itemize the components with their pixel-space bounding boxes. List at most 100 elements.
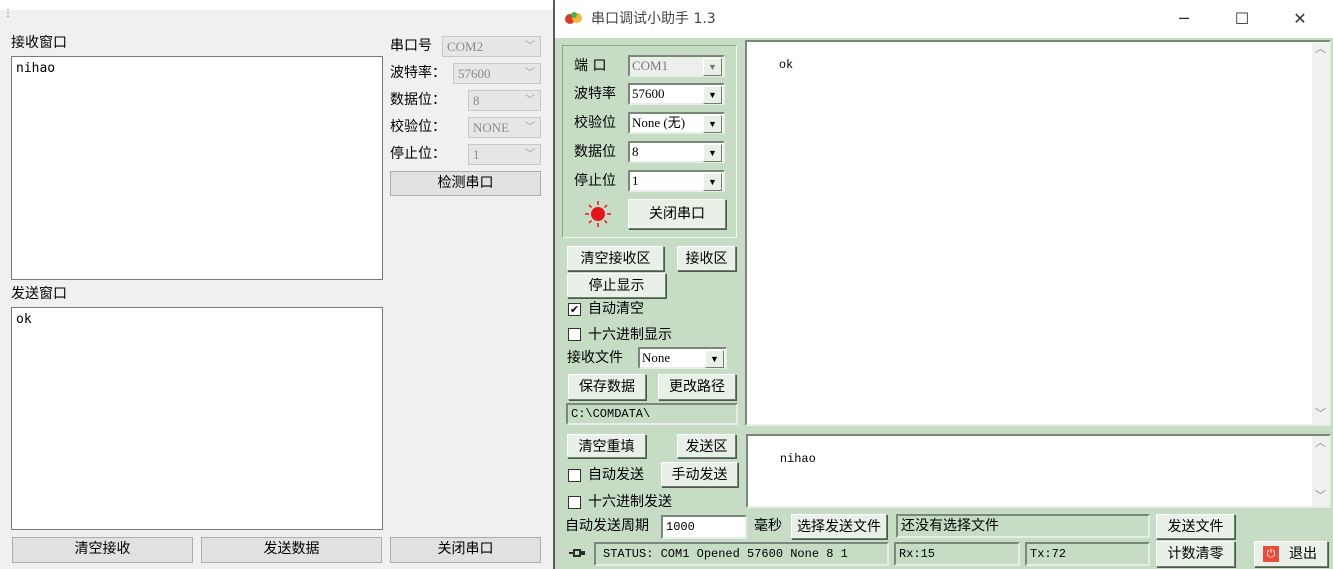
- detect-port-button[interactable]: 检测串口: [390, 171, 541, 196]
- change-path-button[interactable]: 更改路径: [658, 374, 736, 400]
- close-button[interactable]: ✕: [1277, 0, 1323, 38]
- exit-button[interactable]: ⏻ 退出: [1254, 541, 1328, 567]
- parity-label: 校验位：: [390, 119, 446, 135]
- parity-value: NONE: [473, 120, 510, 135]
- port-label: 端 口: [574, 58, 607, 74]
- port-label: 串口号: [390, 38, 432, 54]
- auto-send-label: 自动发送: [588, 467, 644, 483]
- parity-label: 校验位: [574, 115, 616, 131]
- drag-grip-icon[interactable]: ⋮: [3, 8, 13, 20]
- dropdown-arrow-icon: ▼: [703, 173, 722, 191]
- send-input-text: nihao: [779, 452, 816, 466]
- title-bar[interactable]: 串口调试小助手 1.3 ─ ☐ ✕: [555, 0, 1333, 38]
- clear-receive-button[interactable]: 清空接收: [12, 537, 193, 563]
- chevron-down-icon: ﹀: [525, 41, 535, 52]
- parity-select[interactable]: None (无) ▼: [628, 112, 725, 134]
- status-bar-field: STATUS: COM1 Opened 57600 None 8 1: [594, 542, 889, 566]
- maximize-button[interactable]: ☐: [1219, 0, 1265, 38]
- databits-label: 数据位: [574, 144, 616, 160]
- hex-send-label: 十六进制发送: [588, 494, 672, 510]
- tx-count-field: Tx:72: [1025, 542, 1150, 566]
- receive-file-value: None: [642, 350, 671, 365]
- send-area-button[interactable]: 发送区: [677, 434, 736, 458]
- databits-select[interactable]: 8 ﹀: [468, 90, 541, 111]
- hex-display-label: 十六进制显示: [588, 327, 672, 343]
- send-file-button[interactable]: 发送文件: [1156, 514, 1235, 539]
- send-window-textarea[interactable]: ok: [11, 307, 383, 530]
- hex-send-checkbox[interactable]: [568, 496, 581, 509]
- receive-display-area[interactable]: ok ︿ ﹀: [745, 40, 1331, 426]
- databits-select[interactable]: 8 ▼: [628, 141, 725, 163]
- baud-label: 波特率: [574, 86, 616, 102]
- receive-window-textarea[interactable]: nihao: [11, 56, 383, 280]
- stopbits-select[interactable]: 1 ▼: [628, 170, 725, 192]
- databits-value: 8: [632, 144, 639, 159]
- scroll-up-icon[interactable]: ︿: [1312, 436, 1329, 453]
- manual-send-button[interactable]: 手动发送: [661, 462, 738, 487]
- clear-refill-button[interactable]: 清空重填: [567, 434, 646, 458]
- dropdown-arrow-icon: ▼: [703, 86, 722, 104]
- port-status-light-icon: [585, 201, 611, 227]
- send-scrollbar[interactable]: ︿ ﹀: [1312, 436, 1329, 506]
- parity-select[interactable]: NONE ﹀: [468, 117, 541, 138]
- auto-clear-label: 自动清空: [588, 301, 644, 317]
- serial-assistant-window: 串口调试小助手 1.3 ─ ☐ ✕ 端 口 COM1 ▼ 波特率 57600 ▼ 校…: [555, 0, 1333, 569]
- send-window-label: 发送窗口: [11, 286, 67, 302]
- scroll-up-icon[interactable]: ︿: [1312, 42, 1329, 59]
- port-value: COM2: [447, 39, 484, 54]
- port-select[interactable]: COM1 ▼: [628, 55, 725, 77]
- left-serial-app-window: ⋮ 接收窗口 nihao 发送窗口 ok 串口号 COM2 ﹀ 波特率： 5760…: [0, 0, 553, 569]
- chevron-down-icon: ﹀: [525, 95, 535, 106]
- scroll-down-icon[interactable]: ﹀: [1312, 489, 1329, 506]
- choose-send-file-button[interactable]: 选择发送文件: [791, 514, 887, 539]
- chevron-down-icon: ﹀: [525, 68, 535, 79]
- parity-value: None (无): [632, 115, 686, 130]
- stopbits-value: 1: [632, 173, 639, 188]
- close-port-button[interactable]: 关闭串口: [628, 199, 726, 229]
- stopbits-value: 1: [473, 147, 480, 162]
- power-icon: ⏻: [1263, 546, 1279, 562]
- receive-window-label: 接收窗口: [11, 35, 67, 51]
- stop-display-button[interactable]: 停止显示: [567, 273, 666, 298]
- window-title: 串口调试小助手 1.3: [591, 11, 716, 27]
- selected-file-field: 还没有选择文件: [896, 514, 1150, 538]
- receive-file-label: 接收文件: [567, 350, 623, 366]
- exit-label: 退出: [1289, 546, 1317, 562]
- port-select[interactable]: COM2 ﹀: [442, 36, 541, 57]
- minimize-button[interactable]: ─: [1161, 0, 1207, 38]
- stopbits-label: 停止位: [574, 173, 616, 189]
- receive-display-text: ok: [778, 58, 794, 72]
- send-data-button[interactable]: 发送数据: [201, 537, 382, 563]
- receive-file-select[interactable]: None ▼: [638, 347, 727, 369]
- dropdown-arrow-icon: ▼: [703, 115, 722, 133]
- close-port-button[interactable]: 关闭串口: [390, 537, 541, 563]
- save-data-button[interactable]: 保存数据: [568, 374, 646, 400]
- send-input-area[interactable]: nihao ︿ ﹀: [746, 434, 1331, 508]
- receive-scrollbar[interactable]: ︿ ﹀: [1312, 42, 1329, 424]
- auto-send-period-input[interactable]: 1000: [661, 515, 747, 539]
- dropdown-arrow-icon: ▼: [703, 58, 722, 76]
- receive-area-button[interactable]: 接收区: [677, 246, 736, 271]
- save-path-field: C:\COMDATA\: [566, 403, 738, 425]
- baud-label: 波特率：: [390, 65, 446, 81]
- chevron-down-icon: ﹀: [525, 122, 535, 133]
- reset-count-button[interactable]: 计数清零: [1156, 541, 1235, 567]
- rx-count-field: Rx:15: [894, 542, 1020, 566]
- baud-select[interactable]: 57600 ▼: [628, 83, 725, 105]
- auto-send-period-label: 自动发送周期: [565, 518, 649, 534]
- databits-label: 数据位：: [390, 92, 446, 108]
- port-value: COM1: [632, 58, 669, 73]
- auto-clear-checkbox[interactable]: ✔: [568, 303, 581, 316]
- scroll-down-icon[interactable]: ﹀: [1312, 407, 1329, 424]
- stopbits-select[interactable]: 1 ﹀: [468, 144, 541, 165]
- databits-value: 8: [473, 93, 480, 108]
- dropdown-arrow-icon: ▼: [703, 144, 722, 162]
- stopbits-label: 停止位：: [390, 146, 446, 162]
- hex-display-checkbox[interactable]: [568, 328, 581, 341]
- baud-select[interactable]: 57600 ﹀: [453, 63, 541, 84]
- baud-value: 57600: [632, 86, 665, 101]
- clear-receive-area-button[interactable]: 清空接收区: [567, 246, 664, 271]
- app-logo-icon: [565, 12, 582, 24]
- ms-label: 毫秒: [754, 518, 782, 534]
- auto-send-checkbox[interactable]: [568, 469, 581, 482]
